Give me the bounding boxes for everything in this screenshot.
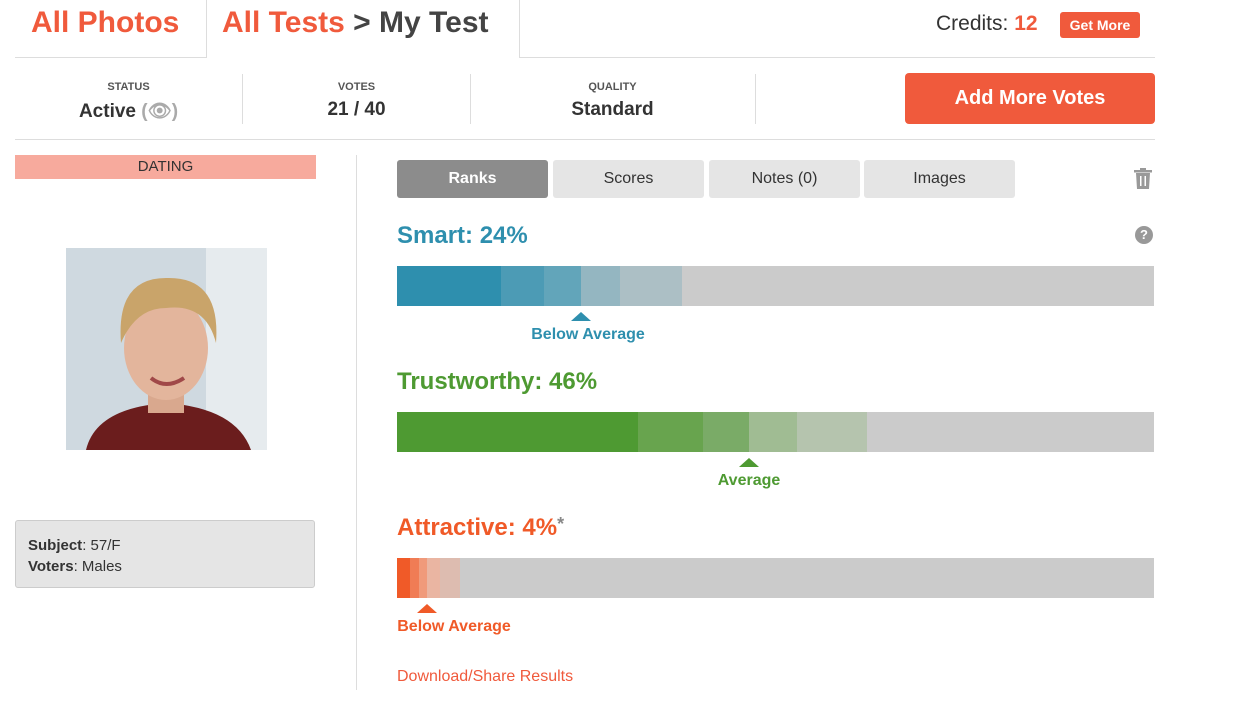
bar-segment <box>440 558 460 598</box>
test-photo <box>66 248 267 450</box>
bar-segment <box>797 412 867 452</box>
bar-segment <box>419 558 427 598</box>
quality-stat: QUALITY Standard <box>571 81 654 120</box>
credits: Credits: 12 <box>936 12 1038 35</box>
bar-segment <box>427 558 440 598</box>
bar-segment <box>397 558 410 598</box>
rank-label: Below Average <box>531 326 645 343</box>
bar-segment <box>544 266 581 306</box>
add-more-votes-button[interactable]: Add More Votes <box>905 73 1155 124</box>
rank-label: Average <box>717 472 781 489</box>
tab-scores[interactable]: Scores <box>553 160 704 198</box>
category-badge: DATING <box>15 155 316 179</box>
eye-icon[interactable]: (👁) <box>141 101 178 122</box>
all-tests-link[interactable]: All Tests <box>222 6 345 39</box>
bar-segment <box>703 412 749 452</box>
metric-title: Smart: 24% <box>397 222 528 249</box>
rank-marker <box>571 312 591 321</box>
bar-segment <box>581 266 620 306</box>
bar-segment <box>638 412 703 452</box>
trash-icon[interactable] <box>1134 168 1152 194</box>
rank-marker <box>739 458 759 467</box>
rank-label: Below Average <box>397 618 511 635</box>
help-icon[interactable]: ? <box>1135 226 1153 244</box>
bar-segment <box>397 266 501 306</box>
subject-info: Subject: 57/F Voters: Males <box>15 520 315 588</box>
bar-segment <box>620 266 682 306</box>
all-photos-link[interactable]: All Photos <box>31 6 179 40</box>
metric-title: Trustworthy: 46% <box>397 368 598 395</box>
download-share-link[interactable]: Download/Share Results <box>397 668 573 686</box>
breadcrumb: All Tests > My Test <box>222 6 489 39</box>
tab-notes[interactable]: Notes (0) <box>709 160 860 198</box>
page-title: My Test <box>379 6 489 39</box>
rank-bar <box>397 558 1154 598</box>
rank-bar <box>397 266 1154 306</box>
get-more-button[interactable]: Get More <box>1060 12 1140 38</box>
bar-segment <box>749 412 797 452</box>
bar-segment <box>410 558 419 598</box>
tab-images[interactable]: Images <box>864 160 1015 198</box>
bar-segment <box>397 412 638 452</box>
rank-bar <box>397 412 1154 452</box>
votes-stat: VOTES 21 / 40 <box>327 81 386 120</box>
rank-marker <box>417 604 437 613</box>
status-stat: STATUS Active (👁) <box>78 81 179 122</box>
metric-title: Attractive: 4%* <box>397 514 565 541</box>
bar-segment <box>501 266 544 306</box>
tab-ranks[interactable]: Ranks <box>397 160 548 198</box>
